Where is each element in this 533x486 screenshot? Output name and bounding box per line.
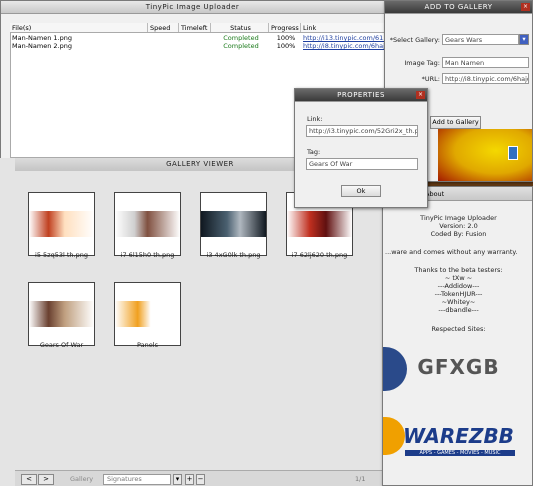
chevron-down-icon: ▾ xyxy=(175,475,180,483)
gallery-thumb[interactable] xyxy=(114,192,181,256)
properties-window: PROPERTIES × Link: http://i3.tinypic.com… xyxy=(294,88,428,208)
col-link[interactable]: Link xyxy=(301,23,384,32)
tag-label: Tag: xyxy=(307,148,321,156)
thumb-caption: i7 6l15h0 th.png xyxy=(120,251,175,259)
add-to-gallery-button[interactable]: Add to Gallery xyxy=(430,116,481,129)
about-line: Respected Sites: xyxy=(431,325,486,333)
gfxgb-logo[interactable]: GFXGB xyxy=(383,355,532,379)
thumb-image xyxy=(115,211,180,237)
warezbb-tagline: APPS - GAMES - MOVIES - MUSIC xyxy=(405,450,515,456)
row-file: Man-Namen 1.png xyxy=(12,34,72,42)
thumb-caption: Gears Of War xyxy=(39,341,84,349)
url-label: *URL: xyxy=(421,75,440,83)
gallery-thumb[interactable] xyxy=(28,282,95,346)
about-line: ---dbandle--- xyxy=(438,306,479,314)
about-line: Thanks to the beta testers: xyxy=(414,266,503,274)
col-timeleft[interactable]: Timeleft xyxy=(179,23,211,32)
thumb-image xyxy=(287,211,352,237)
page-indicator: 1/1 xyxy=(355,475,366,483)
thumb-image xyxy=(29,301,94,327)
image-tag-field[interactable]: Man Namen xyxy=(442,57,529,68)
gallery-select[interactable]: Signatures xyxy=(103,474,171,485)
row-link[interactable]: http://i8.tinypic.com/6hajqu... xyxy=(301,42,384,50)
uploader-title: TinyPic Image Uploader xyxy=(1,1,384,14)
table-row[interactable]: Man-Namen 1.png Completed 100% http://i1… xyxy=(10,34,384,42)
next-page-button[interactable]: > xyxy=(38,474,54,485)
phone-icon xyxy=(508,146,518,160)
ok-button[interactable]: Ok xyxy=(341,185,381,197)
row-status: Completed xyxy=(223,42,259,50)
warezbb-logo[interactable]: WAREZBB xyxy=(383,424,532,448)
gallery-thumb[interactable] xyxy=(28,192,95,256)
add-title: ADD TO GALLERY xyxy=(385,1,532,14)
select-gallery-label: *Select Gallery: xyxy=(389,36,440,44)
prev-page-button[interactable]: < xyxy=(21,474,37,485)
row-link[interactable]: http://i13.tinypic.com/61... xyxy=(301,34,384,42)
chevron-down-icon[interactable]: ▾ xyxy=(519,34,529,45)
thumb-caption: i7 62lj620 th.png xyxy=(291,251,348,259)
tag-field[interactable]: Gears Of War xyxy=(306,158,418,170)
about-line: ---Addidow--- xyxy=(437,282,480,290)
props-title: PROPERTIES xyxy=(295,89,427,102)
gallery-thumb[interactable] xyxy=(114,282,181,346)
gallery-footer: < > Gallery Signatures ▾ + − 1/1 xyxy=(15,470,385,486)
link-field[interactable]: http://i3.tinypic.com/52Gri2x_th.pn xyxy=(306,125,418,137)
gallery-label: Gallery xyxy=(70,475,94,483)
thumb-image xyxy=(29,211,94,237)
close-icon[interactable]: × xyxy=(521,3,530,11)
about-line: ...ware and comes without any warranty. xyxy=(385,248,518,256)
remove-gallery-button[interactable]: − xyxy=(196,474,205,485)
row-status: Completed xyxy=(223,34,259,42)
about-line: Coded By: Fusion xyxy=(430,230,487,238)
link-label: Link: xyxy=(307,115,323,123)
row-file: Man-Namen 2.png xyxy=(12,42,72,50)
thumb-caption: i3 4xG0lk th.png xyxy=(206,251,261,259)
row-progress: 100% xyxy=(276,42,296,50)
about-window: About TinyPic Image Uploader Version: 2.… xyxy=(382,186,533,486)
about-line: Version: 2.0 xyxy=(439,222,478,230)
preview-banner-image xyxy=(438,129,532,181)
thumb-caption: Panels xyxy=(137,341,158,349)
about-line: ---TokenHJUR--- xyxy=(434,290,483,298)
gallery-dropdown-button[interactable]: ▾ xyxy=(173,474,182,485)
col-speed[interactable]: Speed xyxy=(148,23,179,32)
col-progress[interactable]: Progress xyxy=(269,23,301,32)
col-files[interactable]: File(s) xyxy=(10,23,148,32)
url-field[interactable]: http://i8.tinypic.com/6hajqu_th.png xyxy=(442,73,529,84)
upload-list-header: File(s) Speed Timeleft Status Progress L… xyxy=(10,23,384,33)
about-line: TinyPic Image Uploader xyxy=(420,214,497,222)
about-line: ~Whitey~ xyxy=(441,298,476,306)
image-tag-label: Image Tag: xyxy=(404,59,440,67)
thumb-image xyxy=(115,301,180,327)
row-progress: 100% xyxy=(276,34,296,42)
thumb-image xyxy=(201,211,266,237)
table-row[interactable]: Man-Namen 2.png Completed 100% http://i8… xyxy=(10,42,384,50)
gallery-thumb[interactable] xyxy=(200,192,267,256)
add-gallery-button[interactable]: + xyxy=(185,474,194,485)
col-status[interactable]: Status xyxy=(211,23,269,32)
thumb-caption: i5 5zq53l th.png xyxy=(35,251,88,259)
about-line: ~ tXw ~ xyxy=(444,274,473,282)
select-gallery-field[interactable]: Gears Wars xyxy=(442,34,519,45)
close-icon[interactable]: × xyxy=(416,91,425,99)
